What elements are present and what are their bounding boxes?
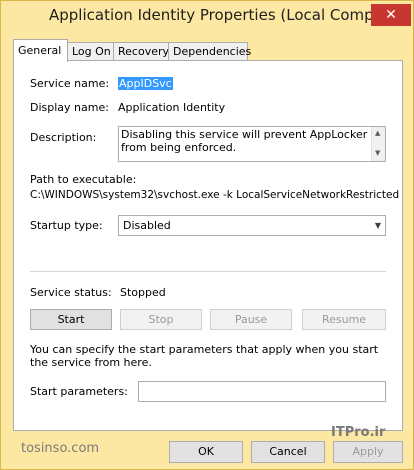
apply-button[interactable]: Apply [333,441,403,463]
description-label: Description: [30,131,97,144]
cancel-button[interactable]: Cancel [251,441,325,463]
ok-button[interactable]: OK [169,441,243,463]
start-params-label: Start parameters: [30,385,128,398]
scroll-down-icon[interactable]: ▼ [375,149,380,157]
service-status-value: Stopped [120,286,166,299]
startup-type-label: Startup type: [30,219,103,232]
scroll-up-icon[interactable]: ▲ [375,129,380,137]
description-scrollbar[interactable]: ▲ ▼ [371,127,385,161]
service-name-label: Service name: [30,77,110,90]
stop-button[interactable]: Stop [120,309,202,330]
watermark-right: ITPro.ir [331,425,386,440]
tab-log-on[interactable]: Log On [67,42,114,61]
window-title: Application Identity Properties (Local C… [49,6,411,24]
start-params-input[interactable] [138,381,386,402]
tab-dependencies[interactable]: Dependencies [168,42,251,61]
close-button[interactable]: ✕ [371,4,411,26]
display-name-value: Application Identity [118,101,226,114]
watermark-left: tosinso.com [21,441,100,456]
start-button[interactable]: Start [30,309,112,330]
service-status-label: Service status: [30,286,112,299]
tab-recovery[interactable]: Recovery [113,42,169,61]
description-text: Disabling this service will prevent AppL… [121,128,368,154]
general-panel: Service name: AppIDSvc Display name: App… [13,60,403,431]
start-params-hint: You can specify the start parameters tha… [30,343,379,369]
chevron-down-icon: ▼ [374,221,381,230]
resume-button[interactable]: Resume [302,309,386,330]
startup-type-dropdown[interactable]: Disabled ▼ [118,215,386,236]
service-name-value[interactable]: AppIDSvc [118,77,173,90]
close-icon: ✕ [385,7,397,23]
path-value: C:\WINDOWS\system32\svchost.exe -k Local… [30,189,400,201]
pause-button[interactable]: Pause [210,309,292,330]
description-box[interactable]: Disabling this service will prevent AppL… [118,126,386,162]
tab-general[interactable]: General [13,39,68,62]
divider [30,271,386,272]
path-label: Path to executable: [30,173,137,186]
title-bar: Application Identity Properties (Local C… [1,1,413,35]
startup-type-value: Disabled [123,219,171,232]
display-name-label: Display name: [30,101,109,114]
properties-dialog: Application Identity Properties (Local C… [0,0,414,470]
